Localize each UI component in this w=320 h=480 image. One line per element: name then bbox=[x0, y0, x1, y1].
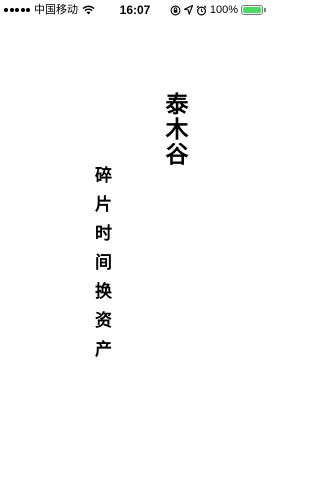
battery-cap bbox=[264, 8, 266, 12]
alarm-icon bbox=[196, 5, 207, 16]
battery-fill bbox=[243, 7, 261, 13]
battery-percent: 100% bbox=[209, 4, 238, 16]
brand-title: 泰木谷 bbox=[161, 92, 188, 167]
battery-icon bbox=[241, 5, 263, 15]
location-icon bbox=[183, 5, 193, 15]
status-bar: 中国移动 16:07 100% bbox=[0, 0, 270, 20]
orientation-lock-icon bbox=[170, 5, 181, 15]
status-right: 100% bbox=[170, 3, 266, 17]
slogan-text: 碎片时间换资产 bbox=[91, 166, 111, 369]
